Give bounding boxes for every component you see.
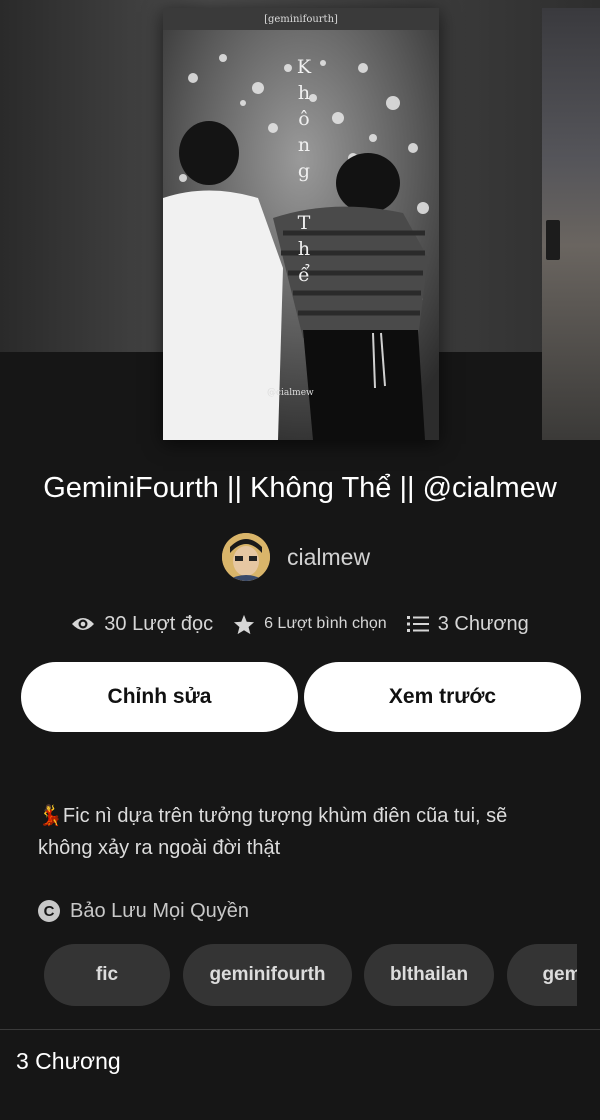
- cover-title-letter: h: [297, 238, 311, 260]
- story-stats: 30 Lượt đọc 6 Lượt bình chọn 3 Chương: [0, 604, 600, 644]
- tag-chip[interactable]: blthailan: [364, 944, 494, 1006]
- cover-title-letter: [293, 184, 315, 210]
- eye-icon: [72, 618, 95, 630]
- story-cover[interactable]: [geminifourth] K h ô n g T h ể @cialmew: [163, 8, 439, 440]
- votes-count: 6 Lượt bình chọn: [264, 615, 387, 632]
- cover-title-letter: h: [297, 82, 311, 104]
- next-story-cover[interactable]: [542, 8, 600, 440]
- copyright-text: Bảo Lưu Mọi Quyền: [70, 899, 250, 922]
- tag-list[interactable]: fic geminifourth blthailan gem: [44, 944, 577, 1008]
- description-text: Fic nì dựa trên tưởng tượng khùm điên cũ…: [38, 805, 508, 859]
- cover-title-letter: g: [297, 160, 311, 182]
- story-title: GeminiFourth || Không Thể || @cialmew: [43, 472, 557, 504]
- edit-button[interactable]: Chỉnh sửa: [21, 662, 298, 732]
- copyright-row: C Bảo Lưu Mọi Quyền: [38, 896, 249, 926]
- tag-chip[interactable]: geminifourth: [183, 944, 352, 1006]
- cover-credit: @cialmew: [267, 388, 314, 398]
- list-icon: [406, 616, 429, 632]
- chapters-count: 3 Chương: [437, 612, 529, 635]
- cover-tag-text: [geminifourth]: [264, 14, 338, 25]
- cover-title-letter: ô: [298, 108, 310, 130]
- cover-title-letter: T: [297, 212, 311, 234]
- avatar-image: [222, 533, 270, 581]
- reads-stat: 30 Lượt đọc: [71, 613, 213, 636]
- story-description: 💃Fic nì dựa trên tưởng tượng khùm điên c…: [38, 800, 538, 864]
- section-divider: [0, 1029, 600, 1030]
- copyright-icon: C: [38, 900, 60, 922]
- votes-stat: 6 Lượt bình chọn: [233, 614, 387, 635]
- preview-button[interactable]: Xem trước: [304, 662, 581, 732]
- chapters-heading: 3 Chương: [16, 1048, 121, 1074]
- chapters-stat: 3 Chương: [406, 612, 529, 636]
- tag-chip[interactable]: gem: [507, 944, 577, 1006]
- cover-vertical-title: K h ô n g T h ể: [293, 54, 315, 288]
- tag-chip[interactable]: fic: [44, 944, 170, 1006]
- avatar[interactable]: [222, 533, 270, 581]
- cover-title-letter: K: [296, 56, 312, 78]
- reads-count: 30 Lượt đọc: [104, 612, 214, 635]
- dancer-emoji-icon: 💃: [38, 805, 63, 827]
- star-icon: [234, 614, 255, 634]
- boat-silhouette: [546, 220, 560, 260]
- cover-title-letter: n: [297, 134, 311, 156]
- author-name[interactable]: cialmew: [287, 544, 370, 571]
- author-row[interactable]: cialmew: [222, 532, 370, 582]
- cover-title-letter: ể: [298, 264, 310, 286]
